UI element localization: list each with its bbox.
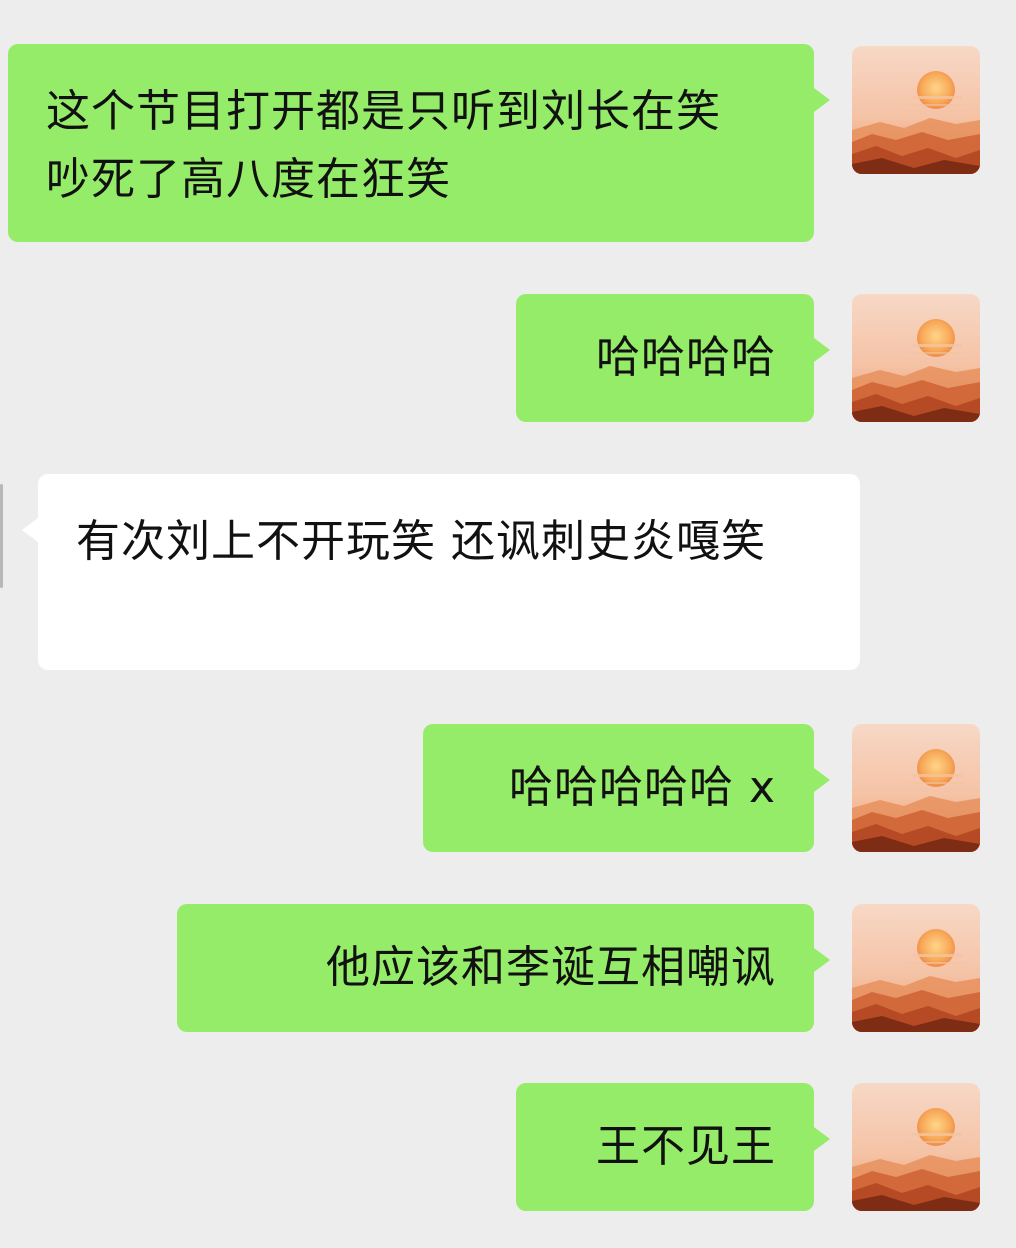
sunset-mountain-avatar-icon xyxy=(852,294,980,422)
sunset-mountain-avatar-icon xyxy=(852,724,980,852)
sunset-mountain-avatar-icon xyxy=(852,46,980,174)
sunset-mountain-avatar-icon xyxy=(852,1083,980,1211)
user-avatar[interactable] xyxy=(852,294,980,422)
message-text: 哈哈哈哈 xyxy=(596,332,776,383)
sent-message-bubble[interactable]: 这个节目打开都是只听到刘长在笑 吵死了高八度在狂笑 xyxy=(8,44,830,242)
sent-message-bubble[interactable]: 王不见王 xyxy=(516,1083,830,1211)
message-text: 哈哈哈哈哈 x xyxy=(508,762,776,813)
user-avatar[interactable] xyxy=(852,1083,980,1211)
message-text: 他应该和李诞互相嘲讽 xyxy=(326,942,776,993)
message-text: 王不见王 xyxy=(596,1121,776,1172)
sent-message-bubble[interactable]: 哈哈哈哈 xyxy=(516,294,830,422)
message-text: 有次刘上不开玩笑 还讽刺史炎嘎笑 xyxy=(76,516,766,567)
user-avatar[interactable] xyxy=(852,904,980,1032)
received-message-bubble[interactable]: 有次刘上不开玩笑 还讽刺史炎嘎笑 xyxy=(22,474,860,670)
message-text: 这个节目打开都是只听到刘长在笑 吵死了高八度在狂笑 xyxy=(46,86,721,205)
scroll-indicator xyxy=(0,484,3,588)
chat-message-list[interactable]: 这个节目打开都是只听到刘长在笑 吵死了高八度在狂笑 哈哈哈哈 有次刘上不开玩笑 … xyxy=(0,0,1016,1248)
sent-message-bubble[interactable]: 哈哈哈哈哈 x xyxy=(423,724,830,852)
user-avatar[interactable] xyxy=(852,46,980,174)
user-avatar[interactable] xyxy=(852,724,980,852)
sunset-mountain-avatar-icon xyxy=(852,904,980,1032)
sent-message-bubble[interactable]: 他应该和李诞互相嘲讽 xyxy=(177,904,830,1032)
